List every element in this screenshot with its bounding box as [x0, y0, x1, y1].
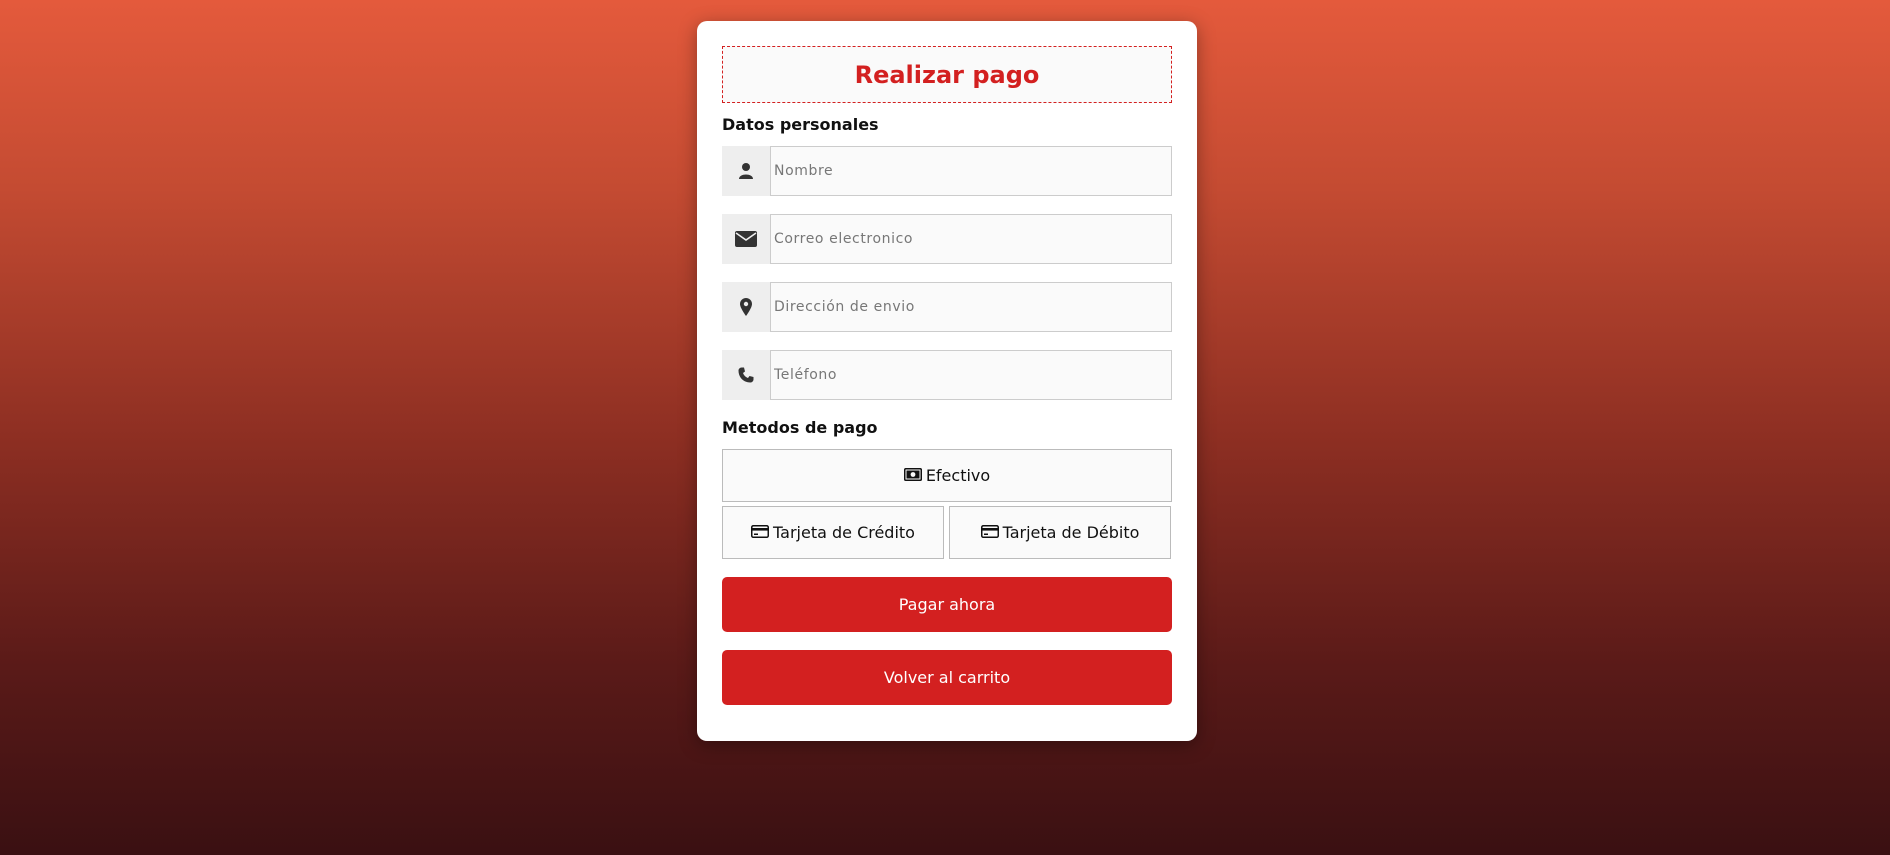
card-methods-row: Tarjeta de Crédito Tarjeta de Débito	[722, 506, 1172, 559]
phone-field-group	[722, 350, 1172, 400]
title-box: Realizar pago	[722, 46, 1172, 103]
cash-method-label: Efectivo	[925, 466, 991, 485]
debit-card-method-label: Tarjeta de Débito	[1002, 523, 1140, 542]
phone-input[interactable]	[770, 350, 1172, 400]
credit-card-method-label: Tarjeta de Crédito	[773, 523, 915, 542]
name-field-group	[722, 146, 1172, 196]
cash-icon	[903, 466, 922, 485]
back-to-cart-button[interactable]: Volver al carrito	[722, 650, 1172, 705]
credit-card-method-button[interactable]: Tarjeta de Crédito	[722, 506, 944, 559]
debit-card-method-button[interactable]: Tarjeta de Débito	[949, 506, 1171, 559]
payment-card: Realizar pago Datos personales Metodos d…	[697, 21, 1197, 741]
address-field-group	[722, 282, 1172, 332]
credit-card-icon	[751, 523, 770, 542]
address-input[interactable]	[770, 282, 1172, 332]
email-field-group	[722, 214, 1172, 264]
credit-card-icon	[980, 523, 999, 542]
cash-method-button[interactable]: Efectivo	[722, 449, 1172, 502]
envelope-icon	[722, 214, 770, 264]
name-input[interactable]	[770, 146, 1172, 196]
email-input[interactable]	[770, 214, 1172, 264]
payment-methods-label: Metodos de pago	[722, 418, 878, 437]
pay-now-button[interactable]: Pagar ahora	[722, 577, 1172, 632]
user-icon	[722, 146, 770, 196]
personal-data-label: Datos personales	[722, 115, 879, 134]
page-title: Realizar pago	[854, 60, 1040, 89]
phone-icon	[722, 350, 770, 400]
map-marker-icon	[722, 282, 770, 332]
